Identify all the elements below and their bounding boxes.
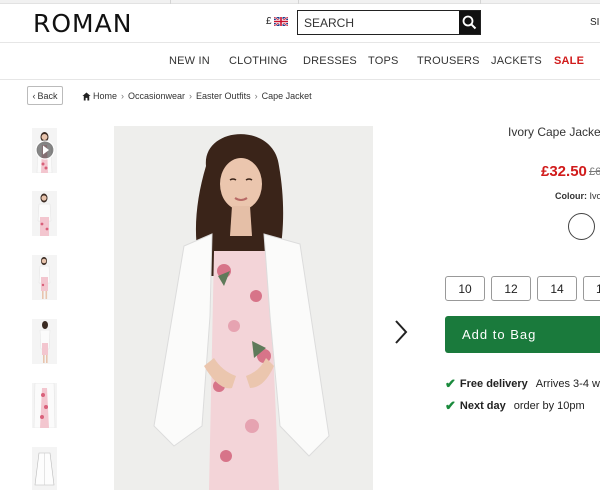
- search-box: [297, 10, 481, 35]
- thumbnail-4[interactable]: [32, 319, 57, 364]
- model-thumbnail-image: [32, 191, 57, 236]
- currency-selector[interactable]: £: [266, 16, 288, 27]
- model-photo: [114, 126, 373, 490]
- breadcrumb-separator: ›: [189, 91, 193, 101]
- search-icon: [462, 15, 477, 30]
- size-option-10[interactable]: 10: [445, 276, 485, 301]
- product-price: £32.50: [541, 163, 587, 180]
- play-icon: [35, 140, 55, 160]
- breadcrumb-cape-jacket[interactable]: Cape Jacket: [262, 91, 312, 101]
- nav-trousers[interactable]: TROUSERS: [417, 55, 480, 67]
- size-option-16[interactable]: 1: [583, 276, 600, 301]
- breadcrumb: Home › Occasionwear › Easter Outfits › C…: [82, 91, 312, 101]
- free-delivery-title: Free delivery: [459, 378, 528, 390]
- size-option-12[interactable]: 12: [491, 276, 531, 301]
- next-day-text: order by 10pm: [513, 400, 585, 412]
- model-thumbnail-image: [32, 319, 57, 364]
- colour-value: Ivo: [589, 191, 600, 201]
- thumbnail-6[interactable]: [32, 447, 57, 490]
- jacket-thumbnail-image: [32, 447, 57, 490]
- logo[interactable]: ROMAN: [33, 9, 132, 38]
- thumbnail-2[interactable]: [32, 191, 57, 236]
- main-product-image[interactable]: [114, 126, 373, 490]
- nav-sale[interactable]: SALE: [554, 55, 584, 67]
- thumbnail-5[interactable]: [32, 383, 57, 428]
- main-nav: NEW IN CLOTHING DRESSES TOPS TROUSERS JA…: [0, 42, 600, 80]
- thumbnail-video[interactable]: [32, 128, 57, 173]
- colour-label: Colour: Ivo: [555, 191, 600, 201]
- breadcrumb-separator: ›: [254, 91, 258, 101]
- back-button[interactable]: ‹ Back: [27, 86, 63, 105]
- check-icon: ✔: [445, 398, 456, 413]
- chevron-left-icon: ‹: [32, 90, 36, 101]
- search-button[interactable]: [459, 11, 480, 34]
- breadcrumb-easter-outfits[interactable]: Easter Outfits: [196, 91, 251, 101]
- product-title: Ivory Cape Jacket: [508, 125, 600, 139]
- sign-in-link[interactable]: SI: [590, 17, 599, 28]
- model-thumbnail-image: [32, 255, 57, 300]
- thumbnail-3[interactable]: [32, 255, 57, 300]
- breadcrumb-occasionwear[interactable]: Occasionwear: [128, 91, 185, 101]
- free-delivery-info: ✔ Free delivery Arrives 3-4 wo: [445, 376, 600, 392]
- breadcrumb-separator: ›: [121, 91, 125, 101]
- home-icon: [82, 91, 91, 101]
- nav-new-in[interactable]: NEW IN: [169, 55, 210, 67]
- nav-tops[interactable]: TOPS: [368, 55, 399, 67]
- back-label: Back: [37, 90, 58, 101]
- nav-clothing[interactable]: CLOTHING: [229, 55, 287, 67]
- nav-jackets[interactable]: JACKETS: [491, 55, 542, 67]
- model-thumbnail-image: [32, 383, 57, 428]
- search-input[interactable]: [298, 11, 459, 34]
- breadcrumb-home[interactable]: Home: [93, 91, 117, 101]
- free-delivery-text: Arrives 3-4 wo: [535, 378, 600, 390]
- site-header: ROMAN £ SI: [0, 4, 600, 42]
- nav-dresses[interactable]: DRESSES: [303, 55, 357, 67]
- uk-flag-icon: [273, 17, 288, 26]
- colour-label-text: Colour:: [555, 191, 587, 201]
- next-day-info: ✔ Next day order by 10pm: [445, 398, 585, 414]
- chevron-right-icon[interactable]: [393, 319, 409, 345]
- check-icon: ✔: [445, 376, 456, 391]
- colour-swatch-ivory[interactable]: [568, 213, 595, 240]
- add-to-bag-button[interactable]: Add to Bag: [445, 316, 600, 353]
- size-option-14[interactable]: 14: [537, 276, 577, 301]
- currency-symbol: £: [266, 16, 272, 27]
- next-day-title: Next day: [459, 400, 506, 412]
- product-was-price: £6: [589, 166, 600, 178]
